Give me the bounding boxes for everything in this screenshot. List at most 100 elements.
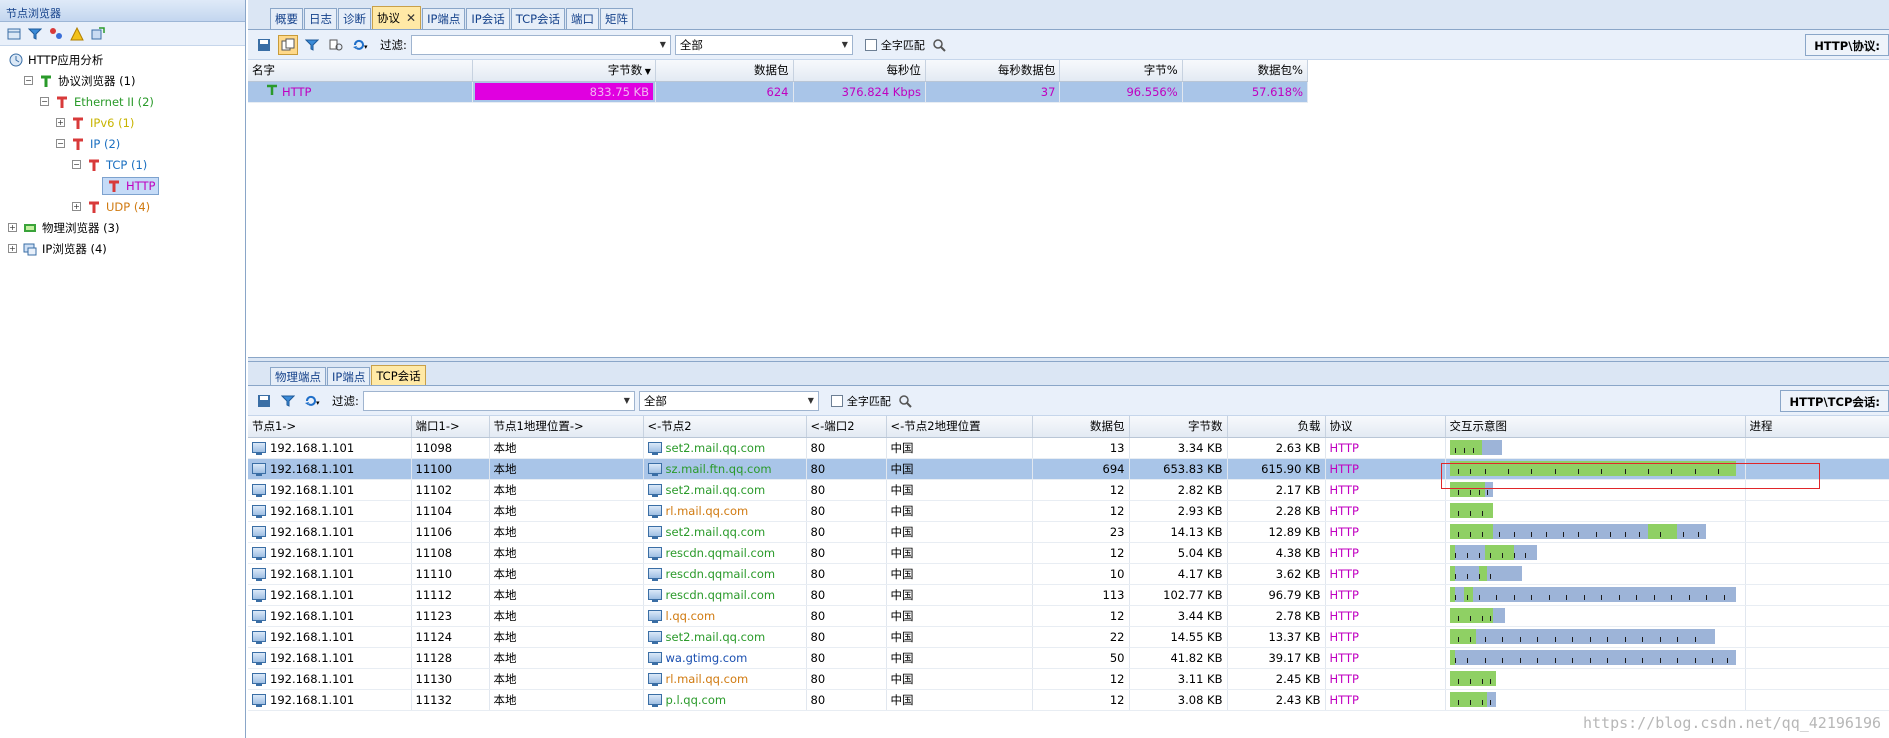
tree-node[interactable]: HTTP应用分析 xyxy=(0,49,245,70)
column-header[interactable]: 数据包% xyxy=(1182,60,1309,82)
table-row[interactable]: 192.168.1.101 11106 本地 set2.mail.qq.com 80 中国… xyxy=(248,521,1889,543)
expand-icon[interactable]: + xyxy=(72,202,81,211)
tab-5[interactable]: IP会话 xyxy=(466,8,510,29)
tab-2[interactable]: 诊断 xyxy=(338,8,371,29)
column-header[interactable]: <-端口2 xyxy=(806,416,887,438)
tab-1[interactable]: 日志 xyxy=(304,8,337,29)
filter-icon[interactable] xyxy=(302,35,322,55)
tree-node[interactable]: + IP浏览器 (4) xyxy=(0,238,245,259)
table-row[interactable]: 192.168.1.101 11130 本地 rl.mail.qq.com 80 中国 12… xyxy=(248,668,1889,690)
column-header[interactable]: 进程 xyxy=(1745,416,1889,438)
expand-icon[interactable]: + xyxy=(8,244,17,253)
table-row[interactable]: 192.168.1.101 11112 本地 rescdn.qqmail.com 80 中… xyxy=(248,584,1889,606)
bar-segment xyxy=(1449,629,1476,644)
tab-3[interactable]: 协议 ✕ xyxy=(372,6,422,29)
tab-0[interactable]: 物理端点 xyxy=(270,367,326,385)
filter-input[interactable]: ▼ xyxy=(362,390,635,411)
table-row[interactable]: 192.168.1.101 11104 本地 rl.mail.qq.com 80 中国 12… xyxy=(248,500,1889,522)
geo1-cell: 本地 xyxy=(489,500,644,522)
computer-icon xyxy=(647,526,662,539)
tab-0[interactable]: 概要 xyxy=(270,8,303,29)
column-header[interactable]: 每秒数据包 xyxy=(925,60,1061,82)
table-row[interactable]: 192.168.1.101 11124 本地 set2.mail.qq.com 80 中国… xyxy=(248,626,1889,648)
bytes-cell: 5.04 KB xyxy=(1129,542,1228,564)
bar-segment xyxy=(1478,566,1488,581)
column-header[interactable]: 协议 xyxy=(1325,416,1446,438)
close-icon[interactable]: ✕ xyxy=(406,11,416,25)
scope-select[interactable]: 全部 ▼ xyxy=(674,34,853,55)
tree-node[interactable]: + IPv6 (1) xyxy=(0,112,245,133)
table-row[interactable]: 192.168.1.101 11098 本地 set2.mail.qq.com 80 中国… xyxy=(248,437,1889,459)
filter-icon[interactable] xyxy=(278,391,298,411)
new-view-icon[interactable] xyxy=(6,26,22,42)
tree-node[interactable]: HTTP xyxy=(0,175,245,196)
tree-node[interactable]: − Ethernet II (2) xyxy=(0,91,245,112)
alarm-icon[interactable] xyxy=(69,26,85,42)
tab-label: IP会话 xyxy=(471,12,505,26)
collapse-icon[interactable]: − xyxy=(24,76,33,85)
column-header[interactable]: 节点1地理位置-> xyxy=(489,416,644,438)
tab-7[interactable]: 端口 xyxy=(566,8,600,29)
tree-node[interactable]: − IP (2) xyxy=(0,133,245,154)
tab-4[interactable]: IP端点 xyxy=(422,8,466,29)
column-header[interactable]: 名字 xyxy=(248,60,473,82)
column-header[interactable]: 字节数 ▼ xyxy=(472,60,656,82)
port1-cell: 11106 xyxy=(411,521,490,543)
column-header[interactable]: <-节点2 xyxy=(643,416,807,438)
table-row[interactable]: 192.168.1.101 11128 本地 wa.gtimg.com 80 中国 50 41… xyxy=(248,647,1889,669)
tree-node-selected[interactable]: HTTP xyxy=(102,176,160,195)
filter-input[interactable]: ▼ xyxy=(410,34,671,55)
geo2-cell: 中国 xyxy=(886,521,1033,543)
column-header[interactable]: 字节数 xyxy=(1129,416,1228,438)
search-icon[interactable] xyxy=(895,391,915,411)
save-icon[interactable] xyxy=(254,391,274,411)
computer-icon xyxy=(252,505,266,518)
tab-6[interactable]: TCP会话 xyxy=(510,8,566,29)
expand-icon[interactable]: + xyxy=(56,118,65,127)
column-header[interactable]: 负载 xyxy=(1227,416,1326,438)
tree-node[interactable]: + 物理浏览器 (3) xyxy=(0,217,245,238)
expand-icon[interactable]: + xyxy=(8,223,17,232)
table-row[interactable]: 192.168.1.101 11110 本地 rescdn.qqmail.com 80 中… xyxy=(248,563,1889,585)
column-header[interactable]: 字节% xyxy=(1059,60,1183,82)
collapse-icon[interactable]: − xyxy=(56,139,65,148)
column-header[interactable]: 每秒位 xyxy=(793,60,926,82)
collapse-icon[interactable]: − xyxy=(72,160,81,169)
tree-node[interactable]: − TCP (1) xyxy=(0,154,245,175)
tab-8[interactable]: 矩阵 xyxy=(600,8,634,29)
payload-cell: 615.90 KB xyxy=(1227,458,1326,480)
column-header[interactable]: 端口1-> xyxy=(411,416,490,438)
bar-tick xyxy=(1478,553,1480,558)
filter-icon[interactable] xyxy=(27,26,43,42)
column-header[interactable]: 节点1-> xyxy=(248,416,412,438)
column-header[interactable]: 数据包 xyxy=(655,60,794,82)
table-row[interactable]: 192.168.1.101 11132 本地 p.l.qq.com 80 中国 12 3.08… xyxy=(248,689,1889,711)
tab-1[interactable]: IP端点 xyxy=(327,367,371,385)
scope-select[interactable]: 全部 ▼ xyxy=(638,390,819,411)
table-row[interactable]: 192.168.1.101 11123 本地 l.qq.com 80 中国 12 3.44 K… xyxy=(248,605,1889,627)
refresh-icon[interactable]: ▾ xyxy=(350,35,370,55)
computer-icon xyxy=(647,610,662,623)
column-header[interactable]: <-节点2地理位置 xyxy=(886,416,1033,438)
full-match-checkbox[interactable] xyxy=(864,38,877,51)
copy-icon[interactable] xyxy=(278,34,298,55)
network-icon[interactable] xyxy=(48,26,64,42)
full-match-checkbox[interactable] xyxy=(830,394,843,407)
geo1-cell: 本地 xyxy=(489,689,644,711)
search-icon[interactable] xyxy=(929,35,949,55)
tree-node[interactable]: + UDP (4) xyxy=(0,196,245,217)
packets-cell: 624 xyxy=(655,81,794,103)
tab-2[interactable]: TCP会话 xyxy=(371,365,426,385)
collapse-icon[interactable]: − xyxy=(40,97,49,106)
bar-tick xyxy=(1478,490,1480,495)
column-header[interactable]: 数据包 xyxy=(1032,416,1130,438)
bar-tick xyxy=(1502,658,1504,663)
table-row[interactable]: HTTP 833.75 KB 624 376.824 Kbps 37 96.55… xyxy=(248,81,1309,103)
refresh-icon[interactable]: ▾ xyxy=(302,391,322,411)
table-row[interactable]: 192.168.1.101 11108 本地 rescdn.qqmail.com 80 中… xyxy=(248,542,1889,564)
tree-node[interactable]: − 协议浏览器 (1) xyxy=(0,70,245,91)
save-icon[interactable] xyxy=(254,35,274,55)
column-header[interactable]: 交互示意图 xyxy=(1445,416,1746,438)
locate-icon[interactable] xyxy=(326,35,346,55)
export-icon[interactable] xyxy=(90,26,106,42)
